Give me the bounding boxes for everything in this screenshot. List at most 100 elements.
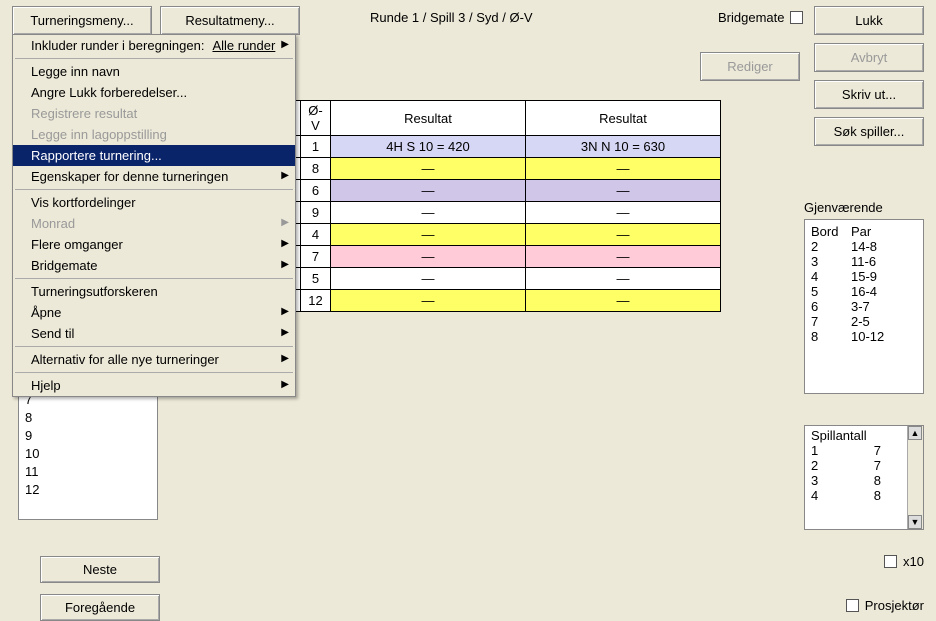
menu-item[interactable]: Rapportere turnering... (13, 145, 295, 166)
col-ov: Ø-V (301, 101, 331, 136)
foregaende-button[interactable]: Foregående (40, 594, 160, 621)
remaining-row: 63-7 (811, 299, 917, 314)
result-cell-1[interactable]: 4H S 10 = 420 (331, 136, 526, 158)
menu-separator (15, 278, 293, 279)
ov-cell: 12 (301, 290, 331, 312)
remaining-row: 810-12 (811, 329, 917, 344)
ov-cell: 1 (301, 136, 331, 158)
menu-item[interactable]: Turneringsutforskeren (13, 281, 295, 302)
bridgemate-checkbox[interactable] (790, 11, 803, 24)
result-cell-1[interactable]: — (331, 246, 526, 268)
avbryt-button[interactable]: Avbryt (814, 43, 924, 72)
menu-item: Monrad▶ (13, 213, 295, 234)
menu-include-value: Alle runder (212, 38, 275, 53)
table-row[interactable]: 159—— (271, 202, 721, 224)
turnerings-dropdown-menu[interactable]: Inkluder runder i beregningen: Alle rund… (12, 34, 296, 397)
submenu-arrow-icon: ▶ (281, 353, 289, 364)
result-cell-1[interactable]: — (331, 268, 526, 290)
spillantall-scrollbar[interactable]: ▲ ▼ (907, 426, 923, 529)
x10-label: x10 (903, 554, 924, 569)
list-item[interactable]: 9 (25, 427, 151, 445)
menu-item[interactable]: Send til▶ (13, 323, 295, 344)
scroll-down-icon[interactable]: ▼ (908, 515, 922, 529)
ov-cell: 6 (301, 180, 331, 202)
spillantall-title: Spillantall (811, 428, 901, 443)
result-cell-2[interactable]: — (526, 290, 721, 312)
list-item[interactable]: 8 (25, 409, 151, 427)
remaining-col-par: Par (851, 224, 871, 239)
list-item[interactable]: 11 (25, 463, 151, 481)
spillantall-row: 27 (811, 458, 901, 473)
remaining-row: 214-8 (811, 239, 917, 254)
result-cell-2[interactable]: 3N N 10 = 630 (526, 136, 721, 158)
rediger-button[interactable]: Rediger (700, 52, 800, 81)
table-row[interactable]: 1012—— (271, 290, 721, 312)
submenu-arrow-icon: ▶ (281, 170, 289, 181)
spillantall-row: 17 (811, 443, 901, 458)
menu-item[interactable]: Angre Lukk forberedelser... (13, 82, 295, 103)
result-cell-1[interactable]: — (331, 290, 526, 312)
menu-item[interactable]: Flere omganger▶ (13, 234, 295, 255)
table-row[interactable]: 25—— (271, 268, 721, 290)
result-cell-2[interactable]: — (526, 158, 721, 180)
submenu-arrow-icon: ▶ (281, 39, 289, 50)
lukk-button[interactable]: Lukk (814, 6, 924, 35)
result-table: N-S Ø-V Resultat Resultat 1314H S 10 = 4… (270, 100, 721, 312)
ov-cell: 5 (301, 268, 331, 290)
table-row[interactable]: 116—— (271, 180, 721, 202)
remaining-row: 72-5 (811, 314, 917, 329)
result-cell-2[interactable]: — (526, 246, 721, 268)
prosjektor-label: Prosjektør (865, 598, 924, 613)
result-cell-2[interactable]: — (526, 202, 721, 224)
table-row[interactable]: 148—— (271, 158, 721, 180)
col-result1: Resultat (331, 101, 526, 136)
list-item[interactable]: 10 (25, 445, 151, 463)
table-row[interactable]: 37—— (271, 246, 721, 268)
menu-separator (15, 189, 293, 190)
menu-item[interactable]: Åpne▶ (13, 302, 295, 323)
menu-item[interactable]: Bridgemate▶ (13, 255, 295, 276)
scroll-up-icon[interactable]: ▲ (908, 426, 922, 440)
menu-separator (15, 58, 293, 59)
skrivut-button[interactable]: Skriv ut... (814, 80, 924, 109)
submenu-arrow-icon: ▶ (281, 327, 289, 338)
result-cell-2[interactable]: — (526, 180, 721, 202)
menu-item[interactable]: Vis kortfordelinger (13, 192, 295, 213)
result-cell-1[interactable]: — (331, 180, 526, 202)
result-cell-1[interactable]: — (331, 224, 526, 246)
spillantall-row: 48 (811, 488, 901, 503)
table-row[interactable]: 1314H S 10 = 4203N N 10 = 630 (271, 136, 721, 158)
result-cell-2[interactable]: — (526, 268, 721, 290)
menu-item[interactable]: Egenskaper for denne turneringen▶ (13, 166, 295, 187)
submenu-arrow-icon: ▶ (281, 217, 289, 228)
submenu-arrow-icon: ▶ (281, 306, 289, 317)
neste-button[interactable]: Neste (40, 556, 160, 583)
menu-item: Registrere resultat (13, 103, 295, 124)
x10-checkbox[interactable] (884, 555, 897, 568)
ov-cell: 9 (301, 202, 331, 224)
submenu-arrow-icon: ▶ (281, 259, 289, 270)
turnerings-menu-button[interactable]: Turneringsmeny... (12, 6, 152, 35)
menu-separator (15, 372, 293, 373)
prosjektor-checkbox[interactable] (846, 599, 859, 612)
menu-item[interactable]: Alternativ for alle nye turneringer▶ (13, 349, 295, 370)
menu-include-label: Inkluder runder i beregningen: (31, 38, 204, 53)
result-cell-2[interactable]: — (526, 224, 721, 246)
menu-include-rounds[interactable]: Inkluder runder i beregningen: Alle rund… (13, 35, 295, 56)
menu-item[interactable]: Hjelp▶ (13, 375, 295, 396)
menu-item[interactable]: Legge inn navn (13, 61, 295, 82)
list-item[interactable]: 12 (25, 481, 151, 499)
ov-cell: 7 (301, 246, 331, 268)
submenu-arrow-icon: ▶ (281, 238, 289, 249)
result-cell-1[interactable]: — (331, 202, 526, 224)
result-cell-1[interactable]: — (331, 158, 526, 180)
menu-separator (15, 346, 293, 347)
remaining-row: 415-9 (811, 269, 917, 284)
remaining-row: 516-4 (811, 284, 917, 299)
sok-spiller-button[interactable]: Søk spiller... (814, 117, 924, 146)
ov-cell: 8 (301, 158, 331, 180)
bridgemate-label: Bridgemate (718, 10, 784, 25)
submenu-arrow-icon: ▶ (281, 379, 289, 390)
resultat-menu-button[interactable]: Resultatmeny... (160, 6, 300, 35)
table-row[interactable]: 164—— (271, 224, 721, 246)
